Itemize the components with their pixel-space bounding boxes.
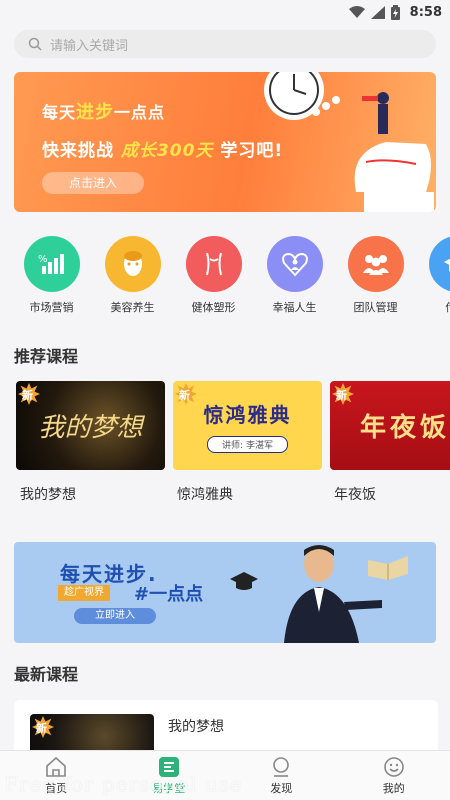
course-card[interactable]: 年夜饭 新 年夜饭 <box>330 381 450 504</box>
bottom-tab-bar: 首页 易学堂 发现 我的 <box>0 750 450 800</box>
banner-mid-chip: 趁广视界 <box>58 585 110 601</box>
status-time: 8:58 <box>409 4 442 20</box>
category-strip: % 市场营销 美容养生 健体塑形 幸福人生 团队管理 <box>0 236 450 316</box>
tab-label: 我的 <box>382 782 405 795</box>
category-marketing[interactable]: % 市场营销 <box>11 236 92 316</box>
thumbnail-text: 惊鸿雅典 <box>203 402 292 427</box>
course-thumbnail: 我的梦想 新 <box>16 381 165 470</box>
search-icon <box>28 37 42 51</box>
home-icon <box>46 756 67 777</box>
course-name: 惊鸿雅典 <box>177 487 233 503</box>
category-team[interactable]: 团队管理 <box>335 236 416 316</box>
tab-discover[interactable]: 发现 <box>225 751 338 800</box>
category-beauty[interactable]: 美容养生 <box>92 236 173 316</box>
tab-label: 首页 <box>45 782 68 795</box>
book-icon <box>368 556 408 580</box>
category-label: 健体塑形 <box>191 301 236 314</box>
wifi-icon <box>348 5 365 18</box>
search-placeholder: 请输入关键词 <box>50 38 129 54</box>
body-shape-icon <box>185 236 242 292</box>
recommended-title: 推荐课程 <box>14 347 79 366</box>
chart-up-icon: % <box>23 236 80 292</box>
graduation-cap-icon <box>230 572 258 590</box>
search-bar[interactable]: 请输入关键词 <box>14 30 436 58</box>
course-card[interactable]: 我的梦想 新 我的梦想 <box>16 381 165 504</box>
svg-text:%: % <box>38 254 48 265</box>
banner-mid-enter-button[interactable]: 立即进入 <box>74 608 156 624</box>
app-screen: 8:58 请输入关键词 每天进步一点点 快来挑战 成长300天 学习吧! 点击进… <box>0 0 450 800</box>
thumbnail-text: 我的梦想 <box>38 413 143 443</box>
course-name: 我的梦想 <box>20 487 76 503</box>
recommended-list: 我的梦想 新 我的梦想 惊鸿雅典 讲师: 李湛军 新 惊鸿雅典 年夜饭 新 年夜… <box>16 381 450 504</box>
course-name: 我的梦想 <box>168 719 224 735</box>
course-thumbnail: 惊鸿雅典 讲师: 李湛军 新 <box>173 381 322 470</box>
clock-fist-illustration <box>264 72 434 212</box>
tab-label: 易学堂 <box>152 782 186 795</box>
graduation-cap-icon <box>428 236 450 292</box>
team-icon <box>347 236 404 292</box>
course-card[interactable]: 惊鸿雅典 讲师: 李湛军 新 惊鸿雅典 <box>173 381 322 504</box>
course-thumbnail: 年夜饭 新 <box>330 381 450 470</box>
category-label: 美容养生 <box>110 301 155 314</box>
promo-banner-mid[interactable]: 每天进步. 趁广视界 #一点点 立即进入 <box>14 542 436 643</box>
category-happiness[interactable]: 幸福人生 <box>254 236 335 316</box>
tab-mine[interactable]: 我的 <box>338 751 450 800</box>
category-label: 团队管理 <box>353 301 398 314</box>
banner-enter-button[interactable]: 点击进入 <box>42 172 144 194</box>
face-mask-icon <box>104 236 161 292</box>
tab-label: 发现 <box>270 782 293 795</box>
category-tradition[interactable]: 传统 <box>416 236 450 316</box>
promo-banner-top[interactable]: 每天进步一点点 快来挑战 成长300天 学习吧! 点击进入 <box>14 72 436 212</box>
latest-title: 最新课程 <box>14 665 79 684</box>
category-label: 幸福人生 <box>272 301 317 314</box>
category-label: 传统 <box>446 299 450 315</box>
status-bar: 8:58 <box>0 0 450 24</box>
discover-icon <box>273 757 290 777</box>
course-name: 年夜饭 <box>334 487 376 503</box>
tab-home[interactable]: 首页 <box>0 751 113 800</box>
smile-icon <box>383 757 404 777</box>
book-icon <box>158 757 179 777</box>
banner-mid-subheadline: #一点点 <box>134 584 204 605</box>
category-fitness[interactable]: 健体塑形 <box>173 236 254 316</box>
thumbnail-text: 年夜饭 <box>360 413 450 443</box>
banner-headline: 每天进步一点点 <box>42 102 166 123</box>
signal-icon <box>370 5 385 19</box>
tab-learning[interactable]: 易学堂 <box>113 751 226 800</box>
battery-icon <box>390 4 400 20</box>
heart-person-icon <box>266 236 323 292</box>
thumbnail-subtitle: 讲师: 李湛军 <box>207 435 288 453</box>
category-label: 市场营销 <box>29 301 74 314</box>
